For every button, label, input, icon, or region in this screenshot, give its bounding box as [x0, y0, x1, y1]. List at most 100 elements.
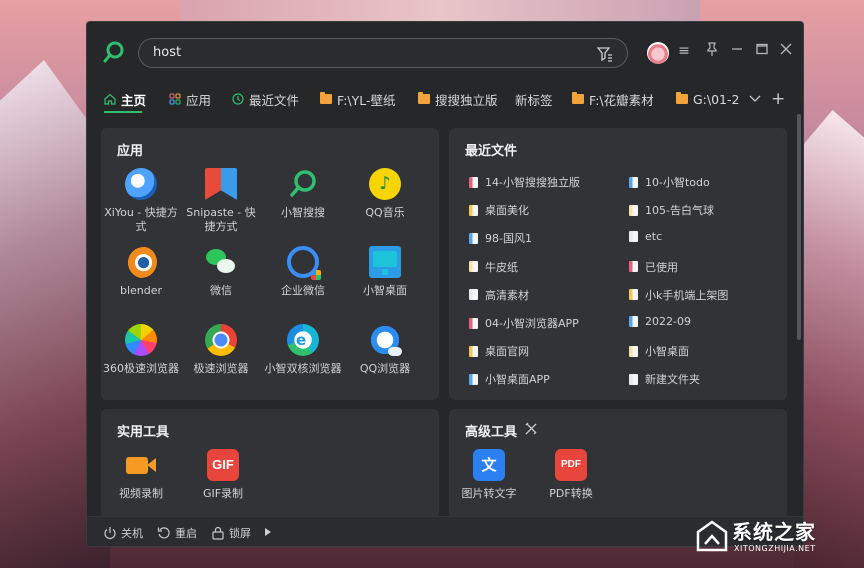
recent-file-item[interactable]: 已使用 [629, 259, 678, 275]
recent-file-item[interactable]: 小k手机端上架图 [629, 287, 728, 303]
maximize-icon[interactable] [753, 42, 771, 60]
tab-new[interactable]: 新标签 [515, 87, 553, 111]
recent-file-item[interactable]: 2022-09 [629, 315, 691, 328]
folder-icon [320, 92, 332, 104]
app-xiyou[interactable]: XiYou - 快捷方式 [101, 168, 181, 234]
app-wecom[interactable]: 企业微信 [263, 246, 343, 298]
wechat-icon [205, 246, 237, 278]
file-name: etc [645, 230, 663, 244]
app-blender[interactable]: blender [101, 246, 181, 298]
tab-label: F:\YL-壁纸 [337, 92, 396, 108]
pdf-badge: PDF [561, 459, 581, 470]
file-icon [629, 316, 638, 327]
recent-file-item[interactable]: 14-小智搜搜独立版 [469, 174, 580, 190]
app-dual-core-browser[interactable]: e 小智双核浏览器 [263, 324, 343, 376]
recent-file-item[interactable]: 新建文件夹 [629, 371, 700, 387]
restart-icon [157, 527, 170, 539]
recent-file-item[interactable]: 98-国风1 [469, 230, 532, 246]
recent-file-item[interactable]: 小智桌面 [629, 343, 689, 359]
recent-file-item[interactable]: 105-告白气球 [629, 202, 714, 218]
tool-gif-record[interactable]: GIF GIF录制 [183, 449, 263, 501]
tab-folder-huaban[interactable]: F:\花瓣素材 [572, 87, 654, 111]
app-chrome[interactable]: 极速浏览器 [181, 324, 261, 376]
file-icon [629, 176, 638, 188]
blender-icon [125, 246, 157, 278]
xiyou-icon [125, 168, 157, 200]
desktop-app-icon [369, 246, 401, 278]
tools-edit-icon[interactable] [524, 422, 538, 436]
search-box[interactable]: host [138, 38, 628, 68]
file-icon [629, 204, 638, 216]
recent-file-item[interactable]: 高清素材 [469, 287, 529, 303]
tab-home[interactable]: 主页 [104, 87, 146, 111]
app-360-browser[interactable]: 360极速浏览器 [101, 324, 181, 376]
recent-file-item[interactable]: 牛皮纸 [469, 259, 518, 275]
tab-recent[interactable]: 最近文件 [232, 87, 299, 111]
shutdown-button[interactable]: 关机 [103, 525, 143, 541]
minimize-icon[interactable] [728, 42, 746, 60]
recent-file-item[interactable]: 04-小智浏览器APP [469, 315, 579, 331]
tab-label: 主页 [121, 92, 147, 108]
pin-icon[interactable] [703, 42, 721, 60]
file-name: 小k手机端上架图 [645, 288, 729, 302]
filter-icon[interactable] [597, 46, 613, 62]
tab-apps[interactable]: 应用 [169, 87, 211, 111]
recent-file-item[interactable]: 小智桌面APP [469, 371, 550, 387]
power-icon [104, 527, 116, 540]
folder-icon [418, 92, 430, 104]
scrollbar[interactable] [797, 114, 801, 340]
tabs-overflow-chevron-icon[interactable] [749, 87, 761, 111]
file-name: 小智桌面 [645, 345, 689, 359]
app-desktop[interactable]: 小智桌面 [345, 246, 425, 298]
app-logo-icon[interactable] [103, 41, 125, 63]
app-label: QQ音乐 [365, 206, 405, 219]
tab-folder-g[interactable]: G:\01-2 [676, 87, 739, 111]
tab-label: F:\花瓣素材 [589, 92, 654, 108]
ocr-badge: 文 [481, 456, 497, 474]
restart-button[interactable]: 重启 [157, 525, 197, 541]
qq-browser-icon [369, 324, 402, 356]
app-label: GIF录制 [202, 487, 244, 500]
dual-core-browser-icon: e [287, 324, 319, 356]
site-watermark: 系统之家 XITONGZHIJIA.NET [690, 512, 860, 564]
clock-icon [232, 93, 244, 105]
panel-title: 实用工具 [117, 425, 170, 440]
tool-video-record[interactable]: 视频录制 [101, 449, 181, 501]
app-wechat[interactable]: 微信 [181, 246, 261, 298]
app-label: 360极速浏览器 [103, 362, 179, 375]
app-qq-browser[interactable]: QQ浏览器 [345, 324, 425, 376]
app-search[interactable]: 小智搜搜 [263, 168, 343, 220]
tab-folder-wallpaper[interactable]: F:\YL-壁纸 [320, 87, 396, 111]
tab-folder-sousou[interactable]: 搜搜独立版 [418, 87, 498, 111]
file-name: 14-小智搜搜独立版 [485, 176, 580, 189]
title-bar: host ≡ [87, 22, 803, 82]
file-icon [469, 289, 478, 301]
app-label: 小智双核浏览器 [264, 362, 342, 375]
recent-file-item[interactable]: 桌面官网 [469, 343, 529, 359]
watermark-subtext: XITONGZHIJIA.NET [734, 544, 816, 553]
user-avatar[interactable] [647, 42, 669, 64]
lock-button[interactable]: 锁屏 [211, 525, 251, 541]
recent-file-item[interactable]: 桌面美化 [469, 202, 529, 218]
file-icon [629, 345, 638, 357]
watermark-text: 系统之家 [732, 520, 816, 544]
file-icon [629, 373, 638, 385]
file-icon [469, 345, 478, 357]
tool-ocr[interactable]: 文 图片转文字 [449, 449, 529, 501]
app-snipaste[interactable]: Snipaste - 快捷方式 [181, 168, 261, 234]
expand-arrow-icon[interactable] [264, 527, 272, 537]
pdf-icon: PDF [555, 449, 587, 481]
gif-badge: GIF [212, 457, 234, 472]
app-label: 企业微信 [281, 284, 325, 297]
recent-file-item[interactable]: 10-小智todo [629, 174, 710, 190]
recent-file-item[interactable]: etc [629, 230, 662, 243]
app-label: 极速浏览器 [193, 362, 249, 375]
close-icon[interactable] [777, 42, 795, 60]
search-input[interactable]: host [153, 45, 181, 60]
home-icon [104, 93, 116, 105]
add-tab-button[interactable]: + [771, 87, 785, 111]
launcher-window: host ≡ 主页 应用 最近文件 F:\YL-壁纸 搜搜独立版 新标签 F:\… [86, 21, 804, 547]
menu-icon[interactable]: ≡ [675, 42, 693, 60]
app-qq-music[interactable]: ♪ QQ音乐 [345, 168, 425, 220]
tool-pdf-convert[interactable]: PDF PDF转换 [531, 449, 611, 501]
